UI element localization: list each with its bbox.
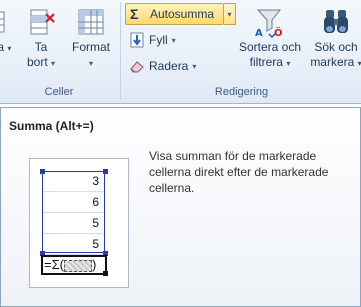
selection-range <box>42 171 105 253</box>
format-cells-icon <box>75 6 107 38</box>
fill-handle <box>103 271 108 276</box>
sort-caret-icon: ▾ <box>286 59 291 68</box>
ribbon: ga ▾ Ta bort ▾ <box>0 0 361 104</box>
find-select-label: Sök och <box>314 40 358 54</box>
sum-formula-cell: =Σ() <box>41 255 108 276</box>
insert-cells-icon <box>0 6 8 38</box>
delete-label: Ta <box>34 40 48 54</box>
format-cells-button[interactable]: Format ▾ <box>66 2 116 71</box>
eraser-icon <box>129 58 145 74</box>
binoculars-icon <box>320 6 352 38</box>
fill-down-icon <box>129 32 145 48</box>
formula-prefix: =Σ( <box>44 257 64 272</box>
delete-label-2: bort <box>26 55 48 69</box>
sort-filter-label: Sortera och <box>238 40 302 54</box>
autosum-button[interactable]: Σ Autosumma <box>125 3 224 25</box>
selection-handle <box>40 169 45 174</box>
delete-caret-icon: ▾ <box>51 59 56 68</box>
insert-cells-button[interactable]: ga ▾ <box>0 2 12 56</box>
clear-button[interactable]: Radera ▾ <box>125 55 200 77</box>
editing-group-label: Redigering <box>214 86 269 98</box>
insert-caret-icon: ▾ <box>7 44 12 53</box>
autosum-label: Autosumma <box>150 7 215 21</box>
fill-label: Fyll <box>149 33 168 47</box>
sum-example-illustration: 3 6 5 5 =Σ() <box>29 158 129 288</box>
svg-text:Ö: Ö <box>274 25 283 38</box>
clear-caret-icon: ▾ <box>192 61 197 71</box>
sort-filter-label-2: filtrera <box>249 55 283 69</box>
tooltip-description: Visa summan för de markerade cellerna di… <box>149 149 329 195</box>
find-select-button[interactable]: Sök och markera ▾ <box>308 2 361 71</box>
format-label: Format <box>71 40 110 54</box>
group-separator <box>120 2 121 100</box>
autosum-tooltip: Summa (Alt+=) 3 6 5 5 =Σ() Visa summan f… <box>0 107 361 307</box>
formula-suffix: ) <box>91 257 97 272</box>
format-caret-icon: ▾ <box>88 59 93 68</box>
svg-text:A: A <box>255 28 263 38</box>
fill-button[interactable]: Fyll ▾ <box>125 29 180 51</box>
selection-handle <box>103 169 108 174</box>
tooltip-title: Summa (Alt+=) <box>9 119 94 133</box>
sort-filter-icon: A Ö <box>254 6 286 39</box>
cells-group-label: Celler <box>44 86 74 98</box>
sort-filter-button[interactable]: A Ö Sortera och filtrera ▾ <box>234 2 306 71</box>
find-select-label-2: markera <box>310 55 355 69</box>
clear-label: Radera <box>149 59 189 73</box>
formula-argument <box>63 259 92 272</box>
delete-cells-icon <box>25 6 57 38</box>
fill-caret-icon: ▾ <box>171 35 176 45</box>
autosum-caret-icon: ▾ <box>227 9 232 19</box>
insert-cells-label: ga <box>0 40 4 54</box>
sigma-icon: Σ <box>130 6 139 22</box>
delete-cells-button[interactable]: Ta bort ▾ <box>18 2 64 71</box>
